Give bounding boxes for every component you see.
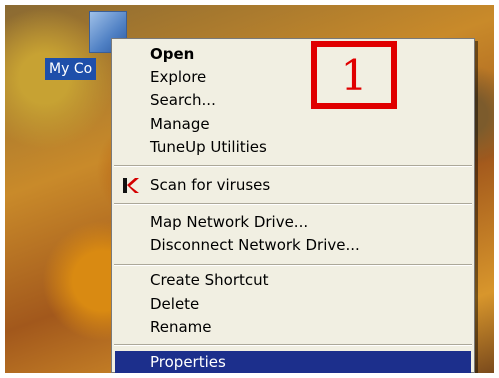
- menu-item-manage[interactable]: Manage: [112, 113, 474, 136]
- desktop: My Co Open Explore Search... Manage Tune…: [5, 5, 494, 373]
- menu-separator: [114, 344, 472, 346]
- menu-item-label: Open: [150, 45, 195, 63]
- menu-item-map-network-drive[interactable]: Map Network Drive...: [112, 211, 474, 234]
- menu-item-label: Map Network Drive...: [150, 213, 309, 231]
- menu-item-properties[interactable]: Properties: [115, 351, 471, 373]
- menu-separator: [114, 203, 472, 205]
- context-menu: Open Explore Search... Manage TuneUp Uti…: [111, 38, 475, 373]
- menu-item-label: Create Shortcut: [150, 271, 269, 289]
- menu-item-create-shortcut[interactable]: Create Shortcut: [112, 269, 474, 292]
- menu-item-disconnect-network-drive[interactable]: Disconnect Network Drive...: [112, 234, 474, 257]
- menu-item-label: Manage: [150, 115, 210, 133]
- menu-item-explore[interactable]: Explore: [112, 66, 474, 89]
- menu-item-label: Search...: [150, 91, 216, 109]
- menu-separator: [114, 264, 472, 266]
- menu-item-label: Delete: [150, 295, 200, 313]
- menu-item-label: Rename: [150, 318, 212, 336]
- menu-item-scan-for-viruses[interactable]: Scan for viruses: [112, 174, 474, 197]
- menu-item-rename[interactable]: Rename: [112, 316, 474, 339]
- annotation-marker: 1: [311, 41, 397, 109]
- menu-item-label: Explore: [150, 68, 207, 86]
- menu-item-open[interactable]: Open: [112, 43, 474, 66]
- menu-item-tuneup-utilities[interactable]: TuneUp Utilities: [112, 136, 474, 159]
- annotation-marker-number: 1: [340, 51, 368, 100]
- menu-separator: [114, 165, 472, 167]
- menu-item-label: Disconnect Network Drive...: [150, 236, 360, 254]
- desktop-icon-label[interactable]: My Co: [45, 58, 97, 80]
- menu-item-search[interactable]: Search...: [112, 89, 474, 112]
- menu-item-label: Scan for viruses: [150, 176, 271, 194]
- menu-item-label: TuneUp Utilities: [150, 138, 267, 156]
- kaspersky-k-icon: [123, 178, 139, 193]
- menu-item-delete[interactable]: Delete: [112, 293, 474, 316]
- menu-item-label: Properties: [150, 353, 226, 371]
